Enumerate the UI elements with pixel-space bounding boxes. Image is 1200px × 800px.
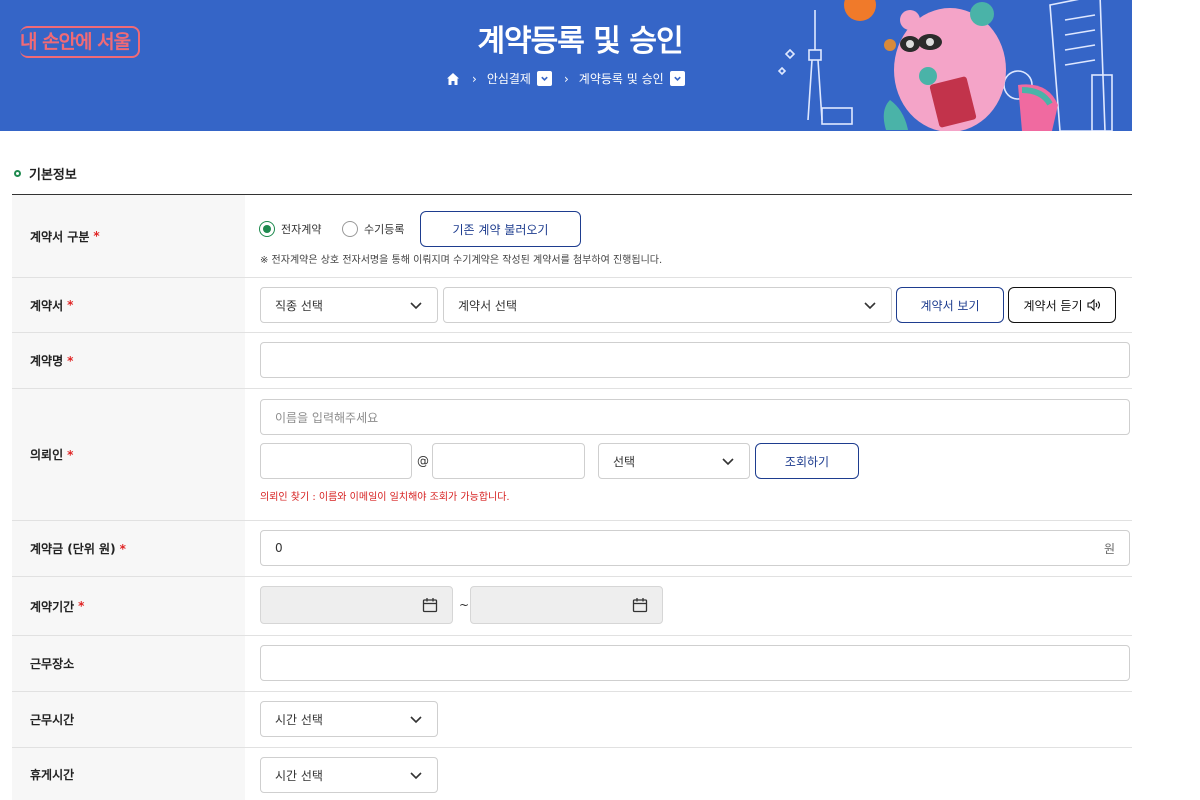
section-title: 기본정보 <box>29 168 77 183</box>
email-local-input[interactable] <box>260 443 412 479</box>
label-work-hours: 근무시간 <box>12 692 245 747</box>
home-icon[interactable] <box>446 72 460 86</box>
chevron-down-icon[interactable] <box>669 71 685 86</box>
chevron-down-icon <box>410 302 422 310</box>
label-workplace: 근무장소 <box>12 636 245 691</box>
radio-label-electronic: 전자계약 <box>281 223 322 236</box>
breadcrumb-item-contract[interactable]: 계약등록 및 승인 <box>579 70 664 87</box>
chevron-down-icon[interactable] <box>536 71 552 86</box>
contract-type-note: ※ 전자계약은 상호 전자서명을 통해 이뤄지며 수기계약은 작성된 계약서를 … <box>260 255 663 266</box>
radio-button-unchecked[interactable] <box>342 221 358 237</box>
label-amount: 계약금 (단위 원) * <box>12 521 245 576</box>
label-contract-type: 계약서 구분 * <box>12 195 245 277</box>
radio-label-manual: 수기등록 <box>364 223 405 236</box>
chevron-down-icon <box>722 458 734 466</box>
period-separator: ~ <box>459 598 470 612</box>
email-at-sign: @ <box>417 454 429 468</box>
radio-manual[interactable]: 수기등록 <box>342 221 404 237</box>
row-break-time: 휴게시간 시간 선택 <box>12 748 1132 800</box>
bullet-icon <box>14 170 21 177</box>
client-lookup-button[interactable]: 조회하기 <box>755 443 859 479</box>
chevron-down-icon <box>410 772 422 780</box>
break-time-select[interactable]: 시간 선택 <box>260 757 438 793</box>
row-amount: 계약금 (단위 원) * 0 원 <box>12 521 1132 577</box>
period-start-date[interactable] <box>260 586 453 624</box>
row-contract-type: 계약서 구분 * 전자계약 수기등록 기존 계약 불러오기 ※ 전자계약은 상호 … <box>12 195 1132 278</box>
amount-unit: 원 <box>1103 541 1115 556</box>
load-existing-contract-button[interactable]: 기존 계약 불러오기 <box>420 211 581 247</box>
amount-input[interactable]: 0 원 <box>260 530 1130 566</box>
radio-button-checked[interactable] <box>259 221 275 237</box>
email-domain-input[interactable] <box>432 443 585 479</box>
required-mark: * <box>67 447 74 462</box>
contract-name-input[interactable] <box>260 342 1130 378</box>
breadcrumb-separator-icon: › <box>563 71 569 86</box>
label-contract-name: 계약명 * <box>12 333 245 388</box>
mascot-illustration <box>777 0 1113 131</box>
calendar-icon[interactable] <box>422 597 438 613</box>
client-lookup-note: 의뢰인 찾기 : 이름와 이메일이 일치해야 조회가 가능합니다. <box>260 492 510 503</box>
work-hours-select[interactable]: 시간 선택 <box>260 701 438 737</box>
email-domain-select[interactable]: 선택 <box>598 443 750 479</box>
required-mark: * <box>93 229 100 243</box>
row-contract-name: 계약명 * <box>12 333 1132 389</box>
radio-electronic[interactable]: 전자계약 <box>259 221 321 237</box>
row-period: 계약기간 * ~ <box>12 577 1132 636</box>
client-name-input[interactable]: 이름을 입력해주세요 <box>260 399 1130 435</box>
view-contract-button[interactable]: 계약서 보기 <box>896 287 1004 323</box>
row-contract-doc: 계약서 * 직종 선택 계약서 선택 계약서 보기 계약서 듣기 <box>12 278 1132 333</box>
header-banner: 내 손안에 서울 계약등록 및 승인 › 안심결제 › 계약등록 및 승인 <box>0 0 1132 131</box>
calendar-icon[interactable] <box>632 597 648 613</box>
breadcrumb: › 안심결제 › 계약등록 및 승인 <box>446 70 685 87</box>
label-period: 계약기간 * <box>12 577 245 635</box>
period-end-date[interactable] <box>470 586 663 624</box>
amount-value: 0 <box>275 541 283 555</box>
required-mark: * <box>67 298 74 312</box>
label-client: 의뢰인 * <box>12 389 245 520</box>
client-name-placeholder: 이름을 입력해주세요 <box>275 410 379 425</box>
chevron-down-icon <box>410 716 422 724</box>
row-workplace: 근무장소 <box>12 636 1132 692</box>
breadcrumb-separator-icon: › <box>472 71 477 86</box>
required-mark: * <box>78 599 85 613</box>
section-header: 기본정보 <box>14 164 77 183</box>
row-client: 의뢰인 * 이름을 입력해주세요 @ 선택 조회하기 의뢰인 찾기 : 이름와 이… <box>12 389 1132 521</box>
speaker-icon <box>1086 299 1100 311</box>
workplace-input[interactable] <box>260 645 1130 681</box>
breadcrumb-item-payment[interactable]: 안심결제 <box>487 70 531 87</box>
label-break-time: 휴게시간 <box>12 748 245 800</box>
job-select[interactable]: 직종 선택 <box>260 287 438 323</box>
contract-doc-select[interactable]: 계약서 선택 <box>443 287 892 323</box>
listen-contract-button[interactable]: 계약서 듣기 <box>1008 287 1116 323</box>
required-mark: * <box>119 541 126 556</box>
chevron-down-icon <box>864 302 876 310</box>
label-contract-doc: 계약서 * <box>12 278 245 332</box>
required-mark: * <box>67 353 74 368</box>
row-work-hours: 근무시간 시간 선택 <box>12 692 1132 748</box>
